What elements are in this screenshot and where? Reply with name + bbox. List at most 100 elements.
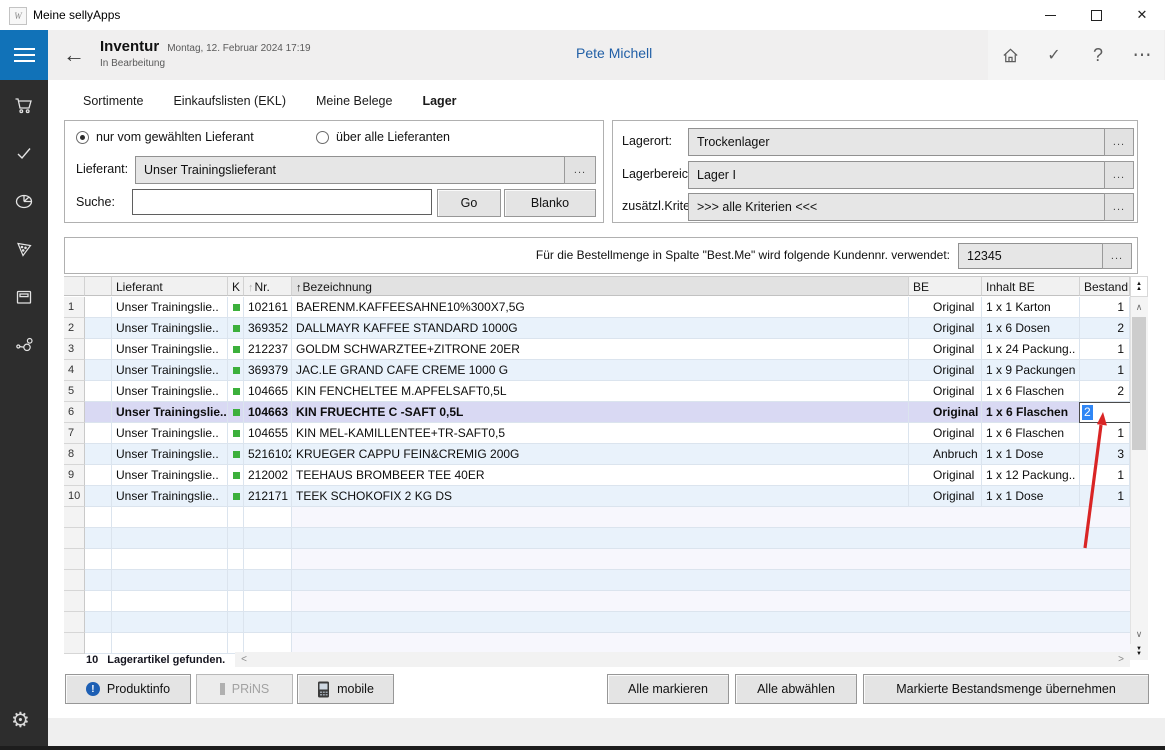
lagerbereich-more-button[interactable]: ...	[1104, 161, 1134, 189]
scroll-to-top-button[interactable]: ▲ ▲	[1130, 276, 1148, 297]
lagerbereich-dropdown[interactable]: Lager I ∨	[688, 161, 1130, 189]
taskbar-sliver	[0, 746, 1165, 750]
confirm-button[interactable]: ✓	[1032, 30, 1076, 80]
hamburger-icon	[14, 48, 35, 50]
more-options-button[interactable]: ⋯	[1120, 30, 1164, 80]
table-row[interactable]: 3 Unser Trainingslie.. 212237 GOLDM SCHW…	[64, 339, 1130, 360]
status-bar: 10 Lagerartikel gefunden.	[86, 654, 225, 666]
minimize-button[interactable]	[1027, 0, 1073, 30]
tab-sortimente[interactable]: Sortimente	[83, 94, 143, 108]
kundennr-more-button[interactable]: ...	[1102, 243, 1132, 269]
menu-button[interactable]	[0, 30, 48, 80]
mobile-button[interactable]: mobile	[297, 674, 394, 704]
help-button[interactable]: ?	[1076, 30, 1120, 80]
lieferant-more-button[interactable]: ...	[564, 156, 596, 184]
radio-all-suppliers[interactable]: über alle Lieferanten	[316, 130, 450, 144]
result-count: 10	[86, 654, 98, 666]
bestand-edit-cell[interactable]: 2	[1079, 402, 1130, 423]
lieferant-dropdown[interactable]: Unser Trainingslieferant ∨	[135, 156, 590, 184]
table-row[interactable]: 8 Unser Trainingslie.. 5216102 KRUEGER C…	[64, 444, 1130, 465]
col-header-rownum	[64, 276, 85, 296]
status-dot	[233, 451, 240, 458]
page-datetime: Montag, 12. Februar 2024 17:19	[167, 43, 310, 54]
scroll-to-bottom-button[interactable]: ▼ ▼	[1130, 644, 1148, 660]
col-header-be[interactable]: BE	[909, 276, 982, 296]
uebernehmen-button[interactable]: Markierte Bestandsmenge übernehmen	[863, 674, 1149, 704]
footer-strip	[48, 718, 1165, 746]
status-dot	[233, 472, 240, 479]
empty-row	[64, 570, 1130, 591]
status-dot	[233, 493, 240, 500]
mobile-device-icon	[317, 681, 330, 698]
table-row[interactable]: 2 Unser Trainingslie.. 369352 DALLMAYR K…	[64, 318, 1130, 339]
maximize-button[interactable]	[1073, 0, 1119, 30]
vertical-scroll-thumb[interactable]	[1132, 317, 1146, 450]
back-button[interactable]: ←	[58, 40, 90, 70]
lagerort-dropdown[interactable]: Trockenlager ∨	[688, 128, 1130, 156]
result-text: Lagerartikel gefunden.	[107, 654, 225, 666]
alle-abwaehlen-button[interactable]: Alle abwählen	[735, 674, 857, 704]
zusätzl-kriter-more-button[interactable]: ...	[1104, 193, 1134, 221]
lagerbereich-label: Lagerbereich:	[622, 167, 698, 181]
tab-lager[interactable]: Lager	[422, 94, 456, 108]
search-input[interactable]	[132, 189, 432, 215]
pie-chart-icon[interactable]	[14, 191, 34, 211]
go-button[interactable]: Go	[437, 189, 501, 217]
table-row[interactable]: 7 Unser Trainingslie.. 104655 KIN MEL-KA…	[64, 423, 1130, 444]
col-header-bez[interactable]: ↑Bezeichnung	[292, 276, 909, 296]
empty-row	[64, 612, 1130, 633]
settings-gear-icon[interactable]: ⚙	[11, 708, 30, 733]
col-header-nr[interactable]: ↑Nr.	[244, 276, 292, 296]
window-title: Meine sellyApps	[33, 8, 120, 22]
scroll-up-arrow[interactable]: ∧	[1130, 299, 1148, 315]
col-header-lieferant[interactable]: Lieferant	[112, 276, 228, 296]
header-actions: ✓ ? ⋯	[988, 30, 1164, 80]
col-header-k[interactable]: K	[228, 276, 244, 296]
scroll-left-arrow[interactable]: <	[237, 652, 251, 667]
page-title: Inventur	[100, 38, 159, 55]
lagerort-more-button[interactable]: ...	[1104, 128, 1134, 156]
col-header-inhalt[interactable]: Inhalt BE	[982, 276, 1080, 296]
table-row[interactable]: 4 Unser Trainingslie.. 369379 JAC.LE GRA…	[64, 360, 1130, 381]
app-icon: W	[9, 7, 27, 25]
home-button[interactable]	[988, 30, 1032, 80]
zusätzl-kriter-dropdown[interactable]: >>> alle Kriterien <<< ∨	[688, 193, 1130, 221]
col-header-bestand[interactable]: Bestand	[1080, 276, 1130, 296]
table-row[interactable]: 1 Unser Trainingslie.. 102161 BAERENM.KA…	[64, 297, 1130, 318]
status-dot	[233, 388, 240, 395]
status-dot	[233, 346, 240, 353]
selected-text: 2	[1082, 405, 1093, 420]
radio-selected-supplier[interactable]: nur vom gewählten Lieferant	[76, 130, 254, 144]
produktinfo-button[interactable]: ! Produktinfo	[65, 674, 191, 704]
empty-row	[64, 507, 1130, 528]
table-row[interactable]: 9 Unser Trainingslie.. 212002 TEEHAUS BR…	[64, 465, 1130, 486]
blanko-button[interactable]: Blanko	[504, 189, 596, 217]
info-icon: !	[86, 682, 100, 696]
status-dot	[233, 304, 240, 311]
share-icon[interactable]	[14, 335, 34, 355]
table-row[interactable]: 6 Unser Trainingslie.. 104663 KIN FRUECH…	[64, 402, 1130, 423]
inventory-table: LieferantK↑Nr.↑BezeichnungBEInhalt BEBes…	[64, 276, 1130, 654]
check-icon[interactable]	[14, 143, 34, 163]
book-icon[interactable]	[14, 287, 34, 307]
cart-icon[interactable]	[14, 95, 34, 115]
horizontal-scrollbar[interactable]: < >	[235, 652, 1130, 667]
col-header-select	[85, 276, 112, 296]
empty-row	[64, 528, 1130, 549]
status-dot	[233, 409, 240, 416]
tab-meine-belege[interactable]: Meine Belege	[316, 94, 392, 108]
home-icon	[1001, 46, 1020, 65]
lieferant-label: Lieferant:	[76, 162, 128, 176]
close-button[interactable]: ✕	[1119, 0, 1165, 30]
page-status: In Bearbeitung	[100, 58, 165, 69]
suche-label: Suche:	[76, 195, 115, 209]
scroll-down-arrow[interactable]: ∨	[1130, 626, 1148, 642]
alle-markieren-button[interactable]: Alle markieren	[607, 674, 729, 704]
user-name: Pete Michell	[576, 45, 652, 61]
minimize-icon	[1045, 15, 1056, 16]
tab-einkaufslisten-ekl[interactable]: Einkaufslisten (EKL)	[173, 94, 286, 108]
table-row[interactable]: 10 Unser Trainingslie.. 212171 TEEK SCHO…	[64, 486, 1130, 507]
scroll-right-arrow[interactable]: >	[1114, 652, 1128, 667]
empty-row	[64, 591, 1130, 612]
table-row[interactable]: 5 Unser Trainingslie.. 104665 KIN FENCHE…	[64, 381, 1130, 402]
